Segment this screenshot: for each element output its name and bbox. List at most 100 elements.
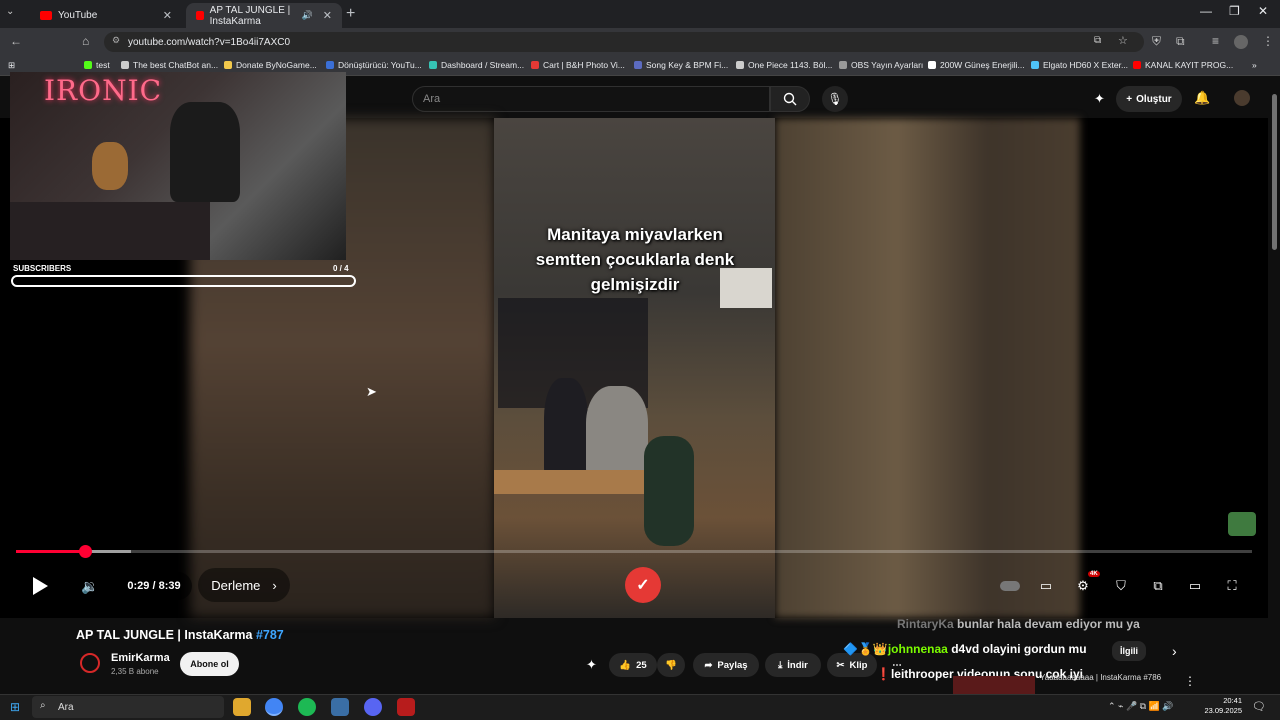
shield-extension-icon[interactable]: ⛨ — [1152, 34, 1161, 49]
extensions-icon[interactable]: ⧉ — [1176, 34, 1185, 49]
bookmark-item[interactable]: Dönüştürücü: YouTu... — [326, 60, 422, 70]
notifications-icon[interactable]: 🗨 — [1252, 700, 1266, 713]
tab-current-video[interactable]: AP TAL JUNGLE | InstaKarma 🔊 ✕ — [186, 3, 342, 28]
page-icon — [429, 61, 437, 69]
minimize-icon[interactable]: — — [1200, 4, 1212, 18]
close-tab-icon[interactable]: ✕ — [323, 9, 332, 22]
chevron-right-icon[interactable]: › — [1172, 643, 1177, 659]
subtitles-button[interactable]: ▭ — [1032, 572, 1060, 600]
app-icon[interactable] — [331, 698, 349, 716]
chat-message: RintaryKa bunlar hala devam ediyor mu ya — [897, 617, 1140, 631]
shield-icon: ⛉ — [1116, 578, 1126, 593]
bookmark-item[interactable]: KANAL KAYIT PROG... — [1133, 60, 1233, 70]
like-button[interactable]: 👍 25 — [609, 653, 657, 677]
bookmark-item[interactable]: The best ChatBot an... — [121, 60, 218, 70]
progress-bar[interactable] — [16, 550, 1252, 553]
channel-avatar[interactable] — [80, 653, 100, 673]
install-app-icon[interactable]: ⧉ — [1094, 35, 1101, 46]
bookmark-item[interactable]: Donate ByNoGame... — [224, 60, 317, 70]
back-icon[interactable]: ← — [10, 34, 22, 48]
apps-icon[interactable]: ⊞ — [8, 60, 15, 71]
fullscreen-button[interactable]: ⛶ — [1218, 572, 1246, 600]
close-tab-icon[interactable]: ✕ — [163, 9, 172, 22]
shield-button[interactable]: ⛉ — [1107, 572, 1135, 600]
bookmark-label: Song Key & BPM Fi... — [646, 60, 729, 70]
dislike-button[interactable]: 👎 — [657, 653, 685, 677]
share-label: Paylaş — [717, 659, 748, 671]
share-icon: ➦ — [704, 659, 713, 671]
account-avatar[interactable] — [1234, 90, 1250, 106]
notifications-bell-icon[interactable]: 🔔 — [1194, 90, 1210, 106]
more-vert-icon[interactable]: ⋮ — [1184, 674, 1196, 688]
voicemeeter-icon[interactable] — [397, 698, 415, 716]
miniplayer-button[interactable]: ⧉ — [1144, 572, 1172, 600]
share-button[interactable]: ➦ Paylaş — [693, 653, 759, 677]
chat-username: johnnenaa — [887, 642, 948, 656]
create-button[interactable]: + Oluştur — [1116, 86, 1182, 112]
chapter-button[interactable]: Derleme › — [198, 568, 290, 602]
tab-youtube[interactable]: YouTube ✕ — [30, 3, 182, 28]
bookmark-item[interactable]: OBS Yayın Ayarları — [839, 60, 923, 70]
play-icon — [33, 577, 48, 595]
bookmark-star-icon[interactable]: ☆ — [1118, 34, 1128, 47]
chat-badge-icon: ❗ — [876, 667, 891, 681]
discord-icon[interactable] — [364, 698, 382, 716]
system-tray-icons[interactable]: ⌃ ⌁ 🎤 ⧉ 📶 🔊 — [1108, 701, 1174, 712]
autoplay-toggle[interactable] — [996, 572, 1024, 600]
next-video-title[interactable]: Yaaaaaaaaaaa | InstaKarma #786 — [1040, 672, 1180, 683]
youtube-extension-icon[interactable]: ✦ — [1094, 91, 1105, 107]
bookmark-item[interactable]: One Piece 1143. Böl... — [736, 60, 832, 70]
voice-search-button[interactable]: 🎙 — [822, 86, 848, 112]
next-video-thumbnail[interactable] — [953, 676, 1035, 694]
search-button[interactable] — [770, 86, 810, 112]
scrollbar-thumb[interactable] — [1272, 94, 1277, 250]
windows-start-icon[interactable]: ⊞ — [10, 700, 20, 714]
subtitles-icon: ▭ — [1039, 578, 1053, 593]
progress-played — [16, 550, 86, 553]
home-icon[interactable]: ⌂ — [82, 34, 89, 48]
profile-avatar[interactable] — [1234, 35, 1248, 49]
audio-playing-icon[interactable]: 🔊 — [302, 10, 313, 21]
page-icon — [326, 61, 334, 69]
subscribe-watermark-icon[interactable] — [1228, 512, 1256, 536]
youtube-favicon-icon — [40, 11, 52, 20]
menu-icon[interactable]: ⋮ — [1262, 34, 1274, 48]
chrome-icon[interactable] — [265, 698, 283, 716]
clock-date: 23.09.2025 — [1204, 706, 1242, 715]
more-bookmarks-icon[interactable]: » — [1252, 60, 1257, 70]
miniplayer-icon: ⧉ — [1153, 578, 1163, 593]
play-button[interactable] — [26, 572, 54, 600]
bookmark-item[interactable]: Cart | B&H Photo Vi... — [531, 60, 625, 70]
tab-search-icon[interactable]: ⌄ — [6, 6, 14, 17]
new-tab-icon[interactable]: + — [346, 5, 355, 23]
taskbar-clock[interactable]: 20:41 23.09.2025 — [1200, 696, 1242, 716]
site-info-icon[interactable]: ⚙ — [112, 35, 120, 46]
address-bar[interactable]: ⚙ youtube.com/watch?v=1Bo4ii7AXC0 ⧉ ☆ — [104, 32, 1144, 52]
chat-text: bunlar hala devam ediyor mu ya — [957, 617, 1140, 631]
video-hashtag[interactable]: #787 — [256, 628, 284, 642]
clip-button[interactable]: ✂ Klip — [827, 653, 877, 677]
progress-buffered — [85, 550, 131, 553]
file-explorer-icon[interactable] — [233, 698, 251, 716]
time-display: 0:29 / 8:39 — [116, 572, 192, 600]
spotify-icon[interactable] — [298, 698, 316, 716]
volume-icon: 🔉 — [81, 577, 99, 594]
extension-sparkle-icon[interactable]: ✦ — [586, 657, 597, 673]
chip-related[interactable]: İlgili — [1112, 641, 1146, 661]
download-button[interactable]: ⤓ İndir — [765, 653, 821, 677]
taskbar-search[interactable]: ⌕ Ara — [32, 696, 224, 718]
bookmark-item[interactable]: Dashboard / Stream... — [429, 60, 524, 70]
bookmark-item[interactable]: test — [84, 60, 110, 70]
volume-button[interactable]: 🔉 — [76, 572, 104, 600]
bookmark-item[interactable]: Elgato HD60 X Exter... — [1031, 60, 1128, 70]
subscribe-button[interactable]: Abone ol — [180, 652, 239, 676]
bookmark-item[interactable]: 200W Güneş Enerjili... — [928, 60, 1025, 70]
search-input[interactable]: Ara — [412, 86, 770, 112]
media-control-icon[interactable]: ≡ — [1212, 34, 1219, 48]
channel-name[interactable]: EmirKarma — [111, 652, 170, 664]
restore-icon[interactable]: ❐ — [1229, 4, 1240, 18]
bookmark-item[interactable]: Song Key & BPM Fi... — [634, 60, 728, 70]
theater-mode-button[interactable]: ▭ — [1181, 572, 1209, 600]
desk — [10, 202, 210, 260]
close-window-icon[interactable]: ✕ — [1258, 4, 1268, 18]
